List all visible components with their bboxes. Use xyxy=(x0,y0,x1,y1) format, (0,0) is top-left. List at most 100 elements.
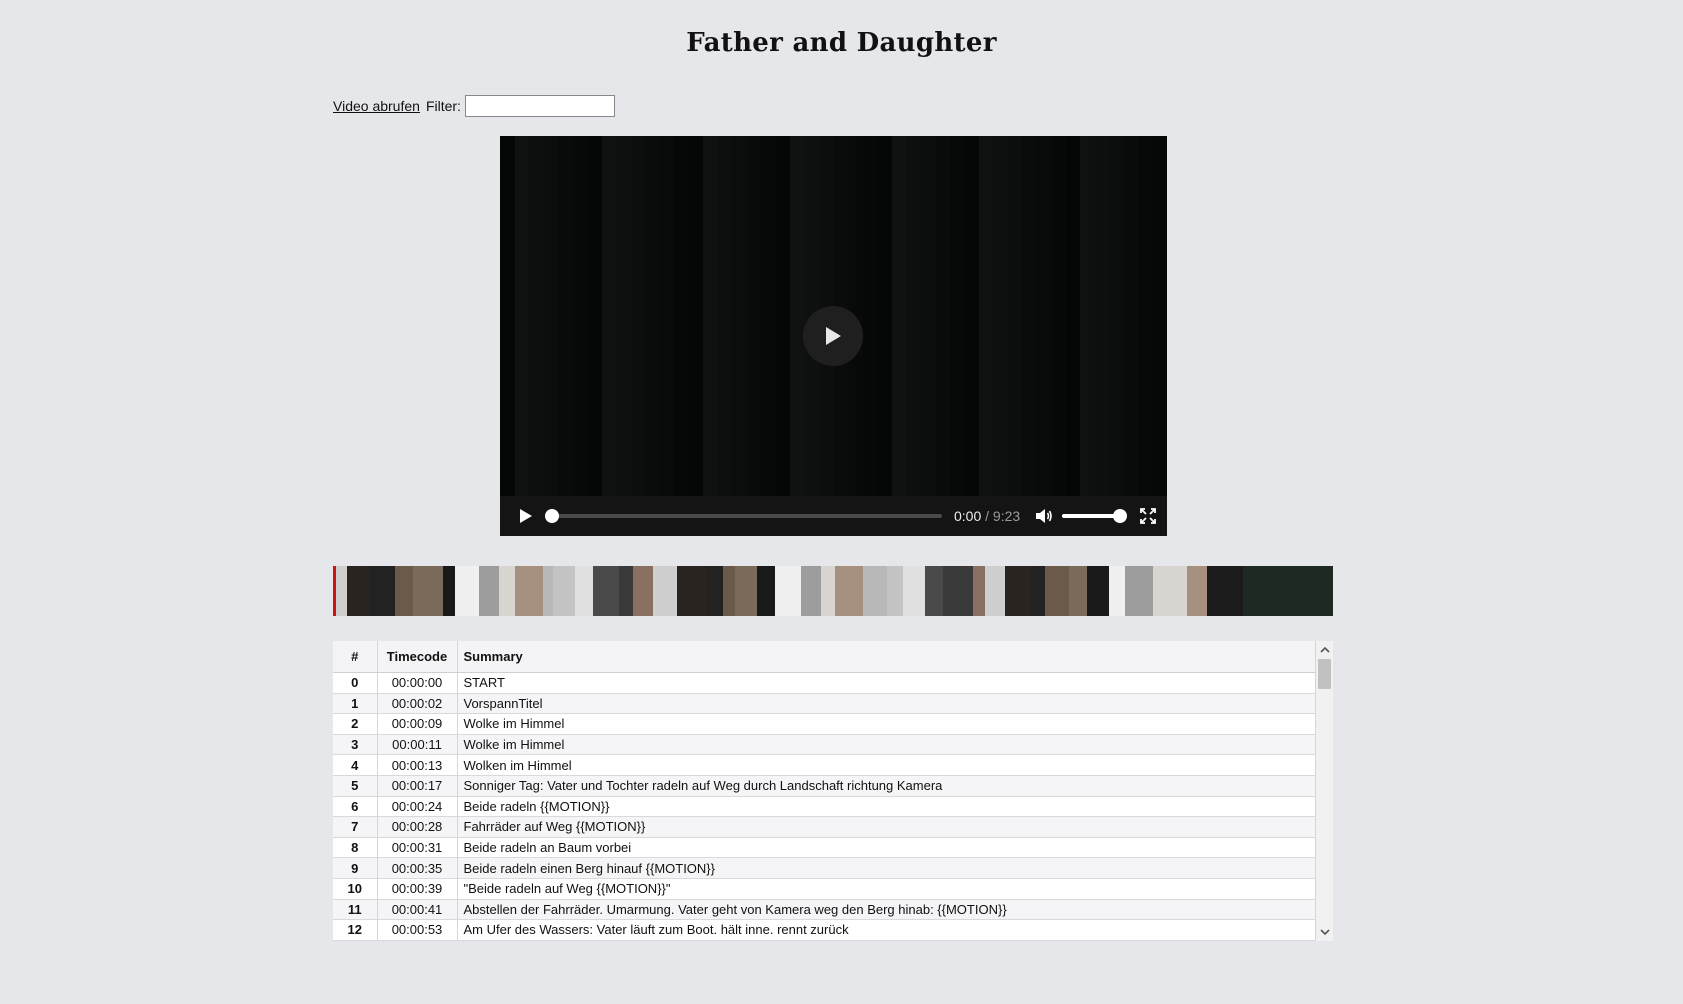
video-frame-stripe xyxy=(645,136,660,496)
fullscreen-button[interactable] xyxy=(1138,506,1158,526)
row-summary: START xyxy=(457,672,1316,694)
filmstrip-thumbnail[interactable] xyxy=(973,566,985,616)
play-button[interactable] xyxy=(516,506,536,526)
filmstrip-thumbnail[interactable] xyxy=(1005,566,1031,616)
video-abrufen-link[interactable]: Video abrufen xyxy=(333,98,420,114)
video-player[interactable]: 0:00 / 9:23 xyxy=(500,136,1167,536)
table-row[interactable]: 7 00:00:28 Fahrräder auf Weg {{MOTION}} xyxy=(333,816,1316,838)
row-summary: Beide radeln {{MOTION}} xyxy=(457,796,1316,818)
filmstrip-thumbnail[interactable] xyxy=(619,566,633,616)
table-row[interactable]: 9 00:00:35 Beide radeln einen Berg hinauf … xyxy=(333,857,1316,879)
filmstrip-thumbnail[interactable] xyxy=(1087,566,1109,616)
filmstrip-thumbnail[interactable] xyxy=(553,566,575,616)
row-timecode: 00:00:00 xyxy=(377,672,458,694)
filmstrip-thumbnail[interactable] xyxy=(723,566,735,616)
scene-table-container: # Timecode Summary 0 00:00:00 START 1 00:00:… xyxy=(333,641,1333,941)
table-row[interactable]: 12 00:00:53 Am Ufer des Wassers: Vater läu… xyxy=(333,919,1316,941)
row-number: 3 xyxy=(333,734,378,756)
scroll-down-button[interactable] xyxy=(1316,924,1333,941)
filmstrip-thumbnail[interactable] xyxy=(499,566,515,616)
seek-bar-handle[interactable] xyxy=(545,509,559,523)
filmstrip-thumbnail[interactable] xyxy=(903,566,925,616)
column-header-num[interactable]: # xyxy=(333,641,378,673)
filmstrip-thumbnail[interactable] xyxy=(443,566,455,616)
filmstrip-thumbnail[interactable] xyxy=(1031,566,1045,616)
filmstrip-thumbnail[interactable] xyxy=(455,566,479,616)
column-header-timecode[interactable]: Timecode xyxy=(377,641,458,673)
filmstrip-thumbnail[interactable] xyxy=(515,566,543,616)
filter-input[interactable] xyxy=(464,95,615,117)
mute-button[interactable] xyxy=(1034,506,1054,526)
filmstrip-thumbnail[interactable] xyxy=(707,566,723,616)
filmstrip-thumbnail[interactable] xyxy=(633,566,653,616)
filmstrip-thumbnail[interactable] xyxy=(395,566,413,616)
video-frame-stripe xyxy=(1080,136,1095,496)
row-summary: Beide radeln an Baum vorbei xyxy=(457,837,1316,859)
video-frame-stripe xyxy=(558,136,573,496)
video-frame-stripe xyxy=(688,136,703,496)
table-row[interactable]: 4 00:00:13 Wolken im Himmel xyxy=(333,754,1316,776)
filmstrip-thumbnail[interactable] xyxy=(1109,566,1125,616)
scrollbar-thumb[interactable] xyxy=(1318,659,1331,689)
video-frame-stripe xyxy=(630,136,645,496)
volume-icon xyxy=(1036,509,1052,523)
filmstrip-thumbnail[interactable] xyxy=(985,566,1005,616)
table-row[interactable]: 8 00:00:31 Beide radeln an Baum vorbei xyxy=(333,837,1316,859)
video-frame-stripe xyxy=(674,136,689,496)
filmstrip-thumbnail[interactable] xyxy=(677,566,707,616)
filmstrip-thumbnail[interactable] xyxy=(1069,566,1087,616)
time-display: 0:00 / 9:23 xyxy=(954,508,1020,524)
filmstrip-thumbnail[interactable] xyxy=(1045,566,1069,616)
filmstrip-thumbnail[interactable] xyxy=(863,566,887,616)
filmstrip-thumbnail[interactable] xyxy=(543,566,553,616)
filmstrip-thumbnail[interactable] xyxy=(943,566,973,616)
table-row[interactable]: 2 00:00:09 Wolke im Himmel xyxy=(333,713,1316,735)
filmstrip-thumbnail[interactable] xyxy=(757,566,775,616)
filmstrip-position-marker xyxy=(333,566,336,616)
filmstrip-thumbnail[interactable] xyxy=(925,566,943,616)
filmstrip-thumbnail[interactable] xyxy=(821,566,835,616)
video-frame-stripe xyxy=(906,136,921,496)
table-row[interactable]: 11 00:00:41 Abstellen der Fahrräder. Umarm… xyxy=(333,899,1316,921)
volume-slider-handle[interactable] xyxy=(1113,509,1128,523)
filmstrip-thumbnail[interactable] xyxy=(479,566,499,616)
filmstrip-thumbnail[interactable] xyxy=(835,566,863,616)
scroll-up-button[interactable] xyxy=(1316,641,1333,658)
filmstrip-thumbnail[interactable] xyxy=(653,566,677,616)
table-row[interactable]: 1 00:00:02 VorspannTitel xyxy=(333,693,1316,715)
filmstrip-thumbnail[interactable] xyxy=(1207,566,1243,616)
row-summary: "Beide radeln auf Weg {{MOTION}}" xyxy=(457,878,1316,900)
table-row[interactable]: 10 00:00:39 "Beide radeln auf Weg {{MOTION… xyxy=(333,878,1316,900)
thumbnail-filmstrip[interactable] xyxy=(333,566,1333,616)
video-frame-stripe xyxy=(1065,136,1080,496)
filmstrip-thumbnail[interactable] xyxy=(775,566,801,616)
video-frame-stripe xyxy=(572,136,587,496)
table-row[interactable]: 0 00:00:00 START xyxy=(333,672,1316,694)
table-scrollbar[interactable] xyxy=(1316,641,1333,941)
filmstrip-thumbnail[interactable] xyxy=(347,566,369,616)
filmstrip-thumbnail[interactable] xyxy=(413,566,443,616)
table-row[interactable]: 6 00:00:24 Beide radeln {{MOTION}} xyxy=(333,796,1316,818)
table-row[interactable]: 3 00:00:11 Wolke im Himmel xyxy=(333,734,1316,756)
filmstrip-thumbnail[interactable] xyxy=(575,566,593,616)
current-time: 0:00 xyxy=(954,508,982,524)
column-header-summary[interactable]: Summary xyxy=(457,641,1316,673)
volume-slider[interactable] xyxy=(1062,509,1128,523)
filmstrip-thumbnail[interactable] xyxy=(1243,566,1333,616)
filmstrip-thumbnail[interactable] xyxy=(1187,566,1207,616)
filmstrip-thumbnail[interactable] xyxy=(735,566,757,616)
big-play-button[interactable] xyxy=(803,306,863,366)
table-row[interactable]: 5 00:00:17 Sonniger Tag: Vater und Tochter… xyxy=(333,775,1316,797)
row-timecode: 00:00:28 xyxy=(377,816,458,838)
row-timecode: 00:00:35 xyxy=(377,857,458,879)
filmstrip-thumbnail[interactable] xyxy=(593,566,619,616)
filmstrip-thumbnail[interactable] xyxy=(369,566,395,616)
filmstrip-thumbnail[interactable] xyxy=(1125,566,1153,616)
filmstrip-thumbnail[interactable] xyxy=(1153,566,1187,616)
chevron-up-icon xyxy=(1319,646,1330,653)
video-frame-stripe xyxy=(877,136,892,496)
filmstrip-thumbnail[interactable] xyxy=(801,566,821,616)
filmstrip-thumbnail[interactable] xyxy=(887,566,903,616)
seek-bar[interactable] xyxy=(545,509,942,523)
row-timecode: 00:00:24 xyxy=(377,796,458,818)
